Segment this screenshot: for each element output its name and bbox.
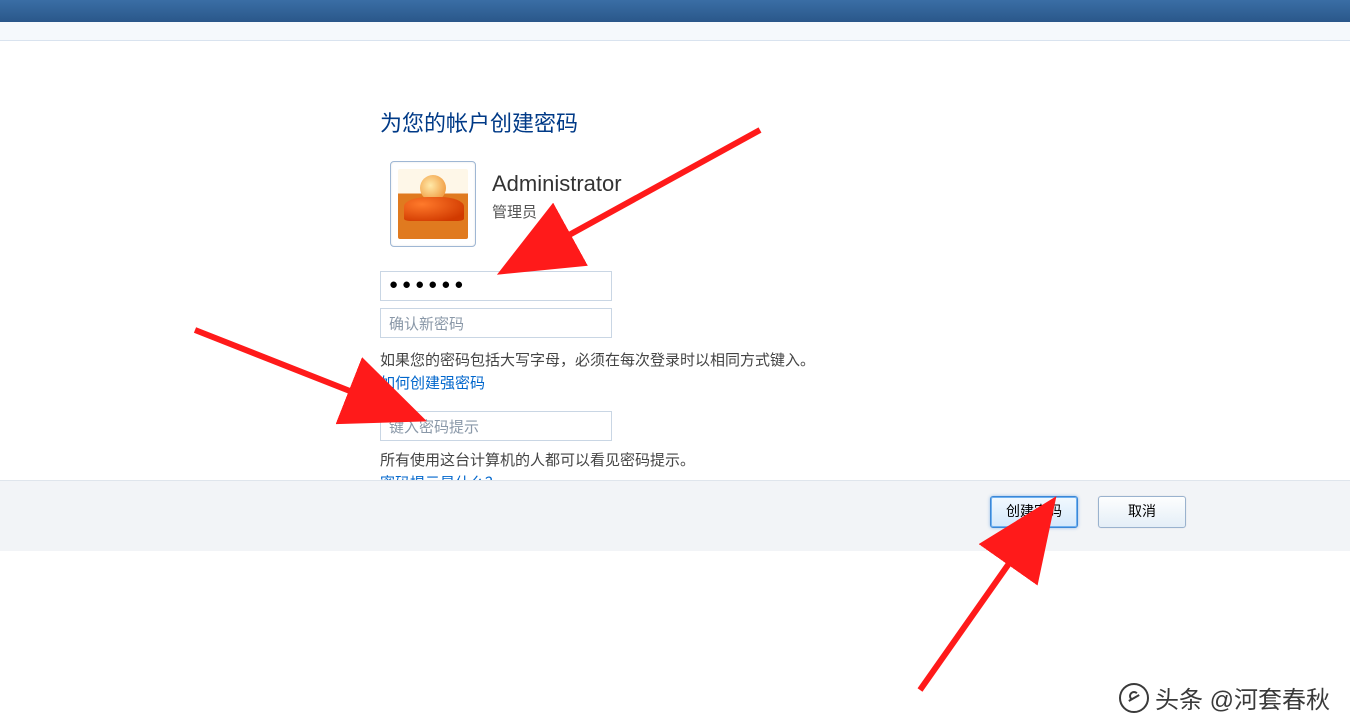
confirm-password-input[interactable]: 确认新密码 [380,308,612,338]
new-password-input[interactable]: ●●●●●● [380,271,612,301]
top-band [0,22,1350,41]
footer-bar: 创建密码 取消 [0,480,1350,551]
user-avatar-icon [398,169,468,239]
titlebar [0,0,1350,22]
user-role: 管理员 [492,201,537,222]
watermark-icon [1119,683,1149,713]
cancel-button[interactable]: 取消 [1098,496,1186,528]
watermark-text: 头条 @河套春秋 [1155,680,1330,715]
caps-warning-text: 如果您的密码包括大写字母，必须在每次登录时以相同方式键入。 [380,349,815,370]
hint-visibility-text: 所有使用这台计算机的人都可以看见密码提示。 [380,449,695,470]
strong-password-link[interactable]: 如何创建强密码 [380,372,485,393]
page-heading: 为您的帐户创建密码 [380,106,578,138]
user-name: Administrator [492,171,622,197]
window: 为您的帐户创建密码 Administrator 管理员 ●●●●●● 确认新密码… [0,0,1350,720]
create-password-button[interactable]: 创建密码 [990,496,1078,528]
watermark: 头条 @河套春秋 [1119,680,1330,715]
password-hint-input[interactable]: 键入密码提示 [380,411,612,441]
user-avatar-frame [390,161,476,247]
